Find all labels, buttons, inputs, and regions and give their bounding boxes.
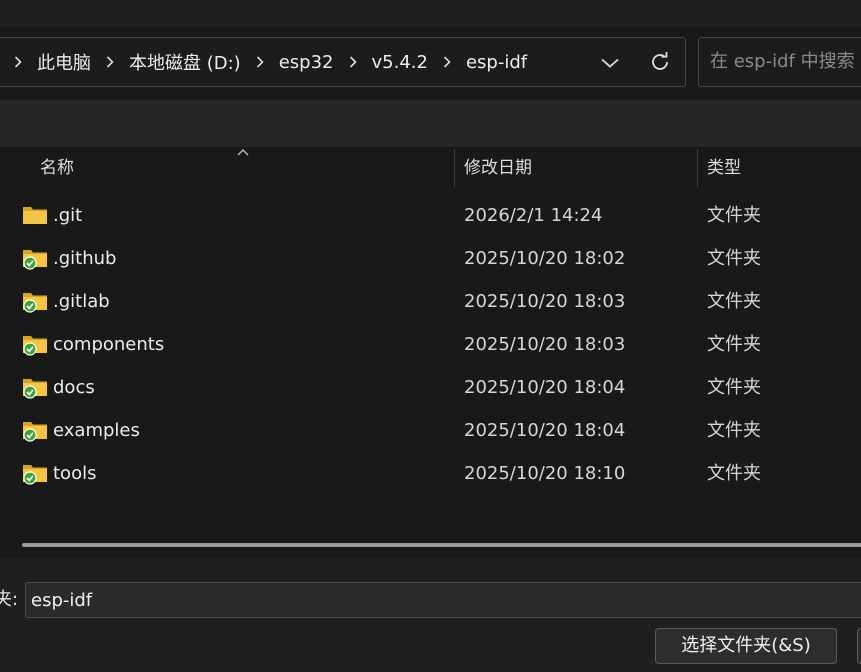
folder-synced-icon: [23, 336, 47, 356]
column-divider[interactable]: [454, 149, 455, 187]
folder-name-label: 夹:: [0, 589, 19, 610]
file-name: components: [53, 334, 165, 355]
file-type: 文件夹: [707, 463, 761, 484]
breadcrumb-item[interactable]: v5.4.2: [364, 52, 436, 73]
folder-synced-icon: [23, 250, 47, 270]
command-bar: [0, 100, 861, 147]
file-list: 名称 修改日期 类型 .git 2026/2/1 14:24 文件夹 .gith…: [0, 147, 861, 558]
file-row[interactable]: examples 2025/10/20 18:04 文件夹: [0, 409, 861, 452]
folder-synced-icon: [23, 293, 47, 313]
file-name: .github: [53, 248, 117, 269]
file-type: 文件夹: [707, 420, 761, 441]
file-date: 2025/10/20 18:04: [464, 377, 626, 398]
horizontal-scrollbar[interactable]: [22, 543, 861, 547]
file-type: 文件夹: [707, 377, 761, 398]
column-header-date[interactable]: 修改日期: [464, 147, 532, 189]
file-name: docs: [53, 377, 95, 398]
breadcrumb-item[interactable]: esp-idf: [458, 52, 535, 73]
chevron-right-icon[interactable]: [436, 55, 458, 69]
breadcrumb-item[interactable]: esp32: [271, 52, 342, 73]
title-bar-strip: [0, 0, 861, 27]
file-row[interactable]: docs 2025/10/20 18:04 文件夹: [0, 366, 861, 409]
chevron-right-icon[interactable]: [99, 55, 121, 69]
file-type: 文件夹: [707, 334, 761, 355]
file-date: 2025/10/20 18:03: [464, 334, 626, 355]
refresh-icon[interactable]: [645, 48, 675, 76]
breadcrumb: 此电脑 本地磁盘 (D:) esp32 v5.4.2 esp-idf: [7, 38, 535, 86]
file-row[interactable]: .github 2025/10/20 18:02 文件夹: [0, 237, 861, 280]
folder-name-input[interactable]: [25, 582, 861, 618]
file-date: 2025/10/20 18:02: [464, 248, 626, 269]
column-divider[interactable]: [697, 149, 698, 187]
file-date: 2025/10/20 18:04: [464, 420, 626, 441]
file-type: 文件夹: [707, 205, 761, 226]
file-date: 2026/2/1 14:24: [464, 205, 603, 226]
file-row[interactable]: .gitlab 2025/10/20 18:03 文件夹: [0, 280, 861, 323]
file-name: examples: [53, 420, 140, 441]
chevron-right-icon[interactable]: [342, 55, 364, 69]
folder-synced-icon: [23, 379, 47, 399]
file-name: tools: [53, 463, 97, 484]
folder-synced-icon: [23, 465, 47, 485]
file-row[interactable]: .git 2026/2/1 14:24 文件夹: [0, 194, 861, 237]
chevron-down-icon[interactable]: [595, 50, 625, 76]
file-name: .git: [53, 205, 83, 226]
breadcrumb-item[interactable]: 此电脑: [29, 49, 99, 75]
breadcrumb-item[interactable]: 本地磁盘 (D:): [121, 49, 249, 75]
column-header-row: 名称 修改日期 类型: [0, 147, 861, 189]
cancel-button[interactable]: [857, 628, 861, 664]
column-header-type[interactable]: 类型: [707, 147, 741, 189]
file-date: 2025/10/20 18:10: [464, 463, 626, 484]
navigation-row: 此电脑 本地磁盘 (D:) esp32 v5.4.2 esp-idf 在 esp…: [0, 27, 861, 100]
file-type: 文件夹: [707, 248, 761, 269]
dialog-footer: 夹: 选择文件夹(&S): [0, 558, 861, 672]
chevron-right-icon[interactable]: [7, 55, 29, 69]
address-bar[interactable]: 此电脑 本地磁盘 (D:) esp32 v5.4.2 esp-idf: [0, 37, 686, 87]
file-row[interactable]: components 2025/10/20 18:03 文件夹: [0, 323, 861, 366]
chevron-right-icon[interactable]: [249, 55, 271, 69]
folder-synced-icon: [23, 422, 47, 442]
search-input[interactable]: 在 esp-idf 中搜索: [698, 37, 861, 87]
file-date: 2025/10/20 18:03: [464, 291, 626, 312]
column-header-name[interactable]: 名称: [40, 147, 74, 189]
file-type: 文件夹: [707, 291, 761, 312]
file-name: .gitlab: [53, 291, 110, 312]
sort-ascending-icon: [237, 149, 249, 156]
file-row[interactable]: tools 2025/10/20 18:10 文件夹: [0, 452, 861, 495]
select-folder-button[interactable]: 选择文件夹(&S): [655, 628, 837, 664]
folder-icon: [23, 207, 47, 224]
